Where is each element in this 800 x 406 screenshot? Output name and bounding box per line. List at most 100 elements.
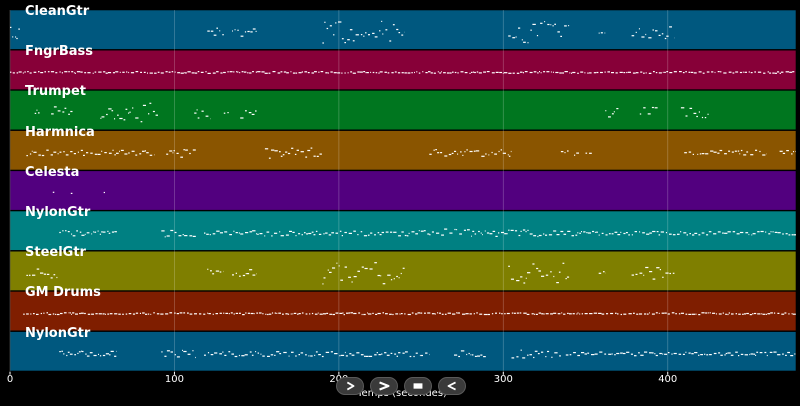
midi-note [491, 313, 494, 315]
midi-note [520, 71, 523, 73]
midi-note [84, 72, 87, 74]
midi-note [714, 71, 716, 74]
midi-note [203, 313, 206, 315]
back-button[interactable] [438, 377, 466, 395]
stop-button[interactable] [404, 377, 432, 395]
track-band[interactable] [9, 90, 797, 131]
track-band[interactable] [9, 49, 797, 90]
midi-note [245, 110, 247, 112]
midi-note [79, 312, 81, 315]
midi-note [369, 268, 373, 270]
midi-note [185, 72, 187, 74]
midi-note [598, 32, 600, 34]
midi-note [533, 356, 535, 359]
midi-note [751, 234, 753, 236]
midi-note [400, 272, 402, 275]
midi-note [404, 234, 407, 237]
midi-note [558, 271, 561, 273]
midi-note [728, 71, 732, 73]
midi-note [194, 112, 197, 114]
midi-note [707, 312, 709, 314]
midi-note [283, 71, 287, 73]
midi-note [55, 313, 57, 315]
midi-note [709, 312, 711, 314]
midi-note [543, 233, 545, 235]
midi-note [415, 352, 418, 354]
track-band[interactable] [9, 170, 797, 211]
midi-note [551, 356, 553, 358]
track-band[interactable] [9, 291, 797, 332]
midi-note [411, 72, 413, 74]
midi-note [649, 352, 652, 354]
midi-note [103, 71, 106, 73]
midi-note [75, 313, 78, 315]
midi-note [327, 72, 329, 74]
midi-note [172, 152, 174, 154]
midi-note [219, 30, 221, 32]
midi-note [658, 234, 661, 236]
midi-note [727, 231, 731, 233]
midi-note [342, 312, 344, 314]
midi-note [498, 150, 500, 153]
play-button[interactable] [336, 377, 364, 395]
midi-note [260, 353, 262, 355]
midi-note [267, 355, 270, 357]
midi-note [378, 354, 381, 356]
midi-note [165, 71, 168, 73]
midi-note [238, 232, 240, 234]
track-band[interactable] [9, 210, 797, 251]
midi-note [119, 71, 121, 73]
midi-note [63, 312, 67, 314]
midi-note [523, 41, 526, 43]
midi-note [102, 313, 105, 315]
midi-note [41, 154, 45, 157]
midi-note [343, 314, 345, 316]
midi-note [753, 353, 756, 355]
midi-note [589, 313, 593, 315]
midi-note [606, 313, 609, 315]
midi-note [598, 234, 600, 236]
track-band[interactable] [9, 331, 797, 372]
midi-note [292, 72, 296, 74]
midi-note [214, 352, 218, 354]
midi-note [68, 71, 70, 73]
track-band[interactable] [9, 9, 797, 50]
midi-note [520, 276, 523, 278]
midi-note [620, 352, 623, 354]
pianoroll-timeline[interactable] [0, 0, 800, 406]
midi-note [407, 72, 411, 74]
midi-note [742, 313, 744, 315]
forward-button[interactable] [370, 377, 398, 395]
midi-note [715, 313, 717, 315]
midi-note [646, 233, 650, 235]
midi-note [194, 313, 197, 315]
midi-note [600, 71, 603, 74]
midi-note [696, 115, 698, 118]
midi-note [550, 313, 553, 315]
track-band[interactable] [9, 250, 797, 291]
midi-note [471, 71, 473, 73]
midi-note [249, 351, 252, 353]
midi-note [718, 313, 722, 315]
midi-note [268, 157, 271, 159]
midi-note [69, 312, 71, 314]
midi-note [329, 313, 333, 315]
midi-note [103, 191, 105, 194]
midi-note [232, 274, 234, 276]
midi-note [347, 72, 349, 74]
track-name: SteelGtr [25, 245, 86, 261]
midi-note [469, 72, 471, 74]
midi-note [311, 312, 314, 315]
track-band[interactable] [9, 130, 797, 171]
midi-note [142, 150, 145, 152]
midi-note [474, 355, 477, 357]
midi-note [40, 72, 44, 74]
midi-note [522, 357, 526, 359]
midi-note [250, 312, 254, 315]
midi-note [53, 274, 56, 276]
midi-note [777, 354, 781, 356]
midi-note [262, 313, 264, 315]
midi-note [244, 354, 248, 356]
midi-note [398, 235, 401, 237]
midi-note [55, 72, 58, 74]
